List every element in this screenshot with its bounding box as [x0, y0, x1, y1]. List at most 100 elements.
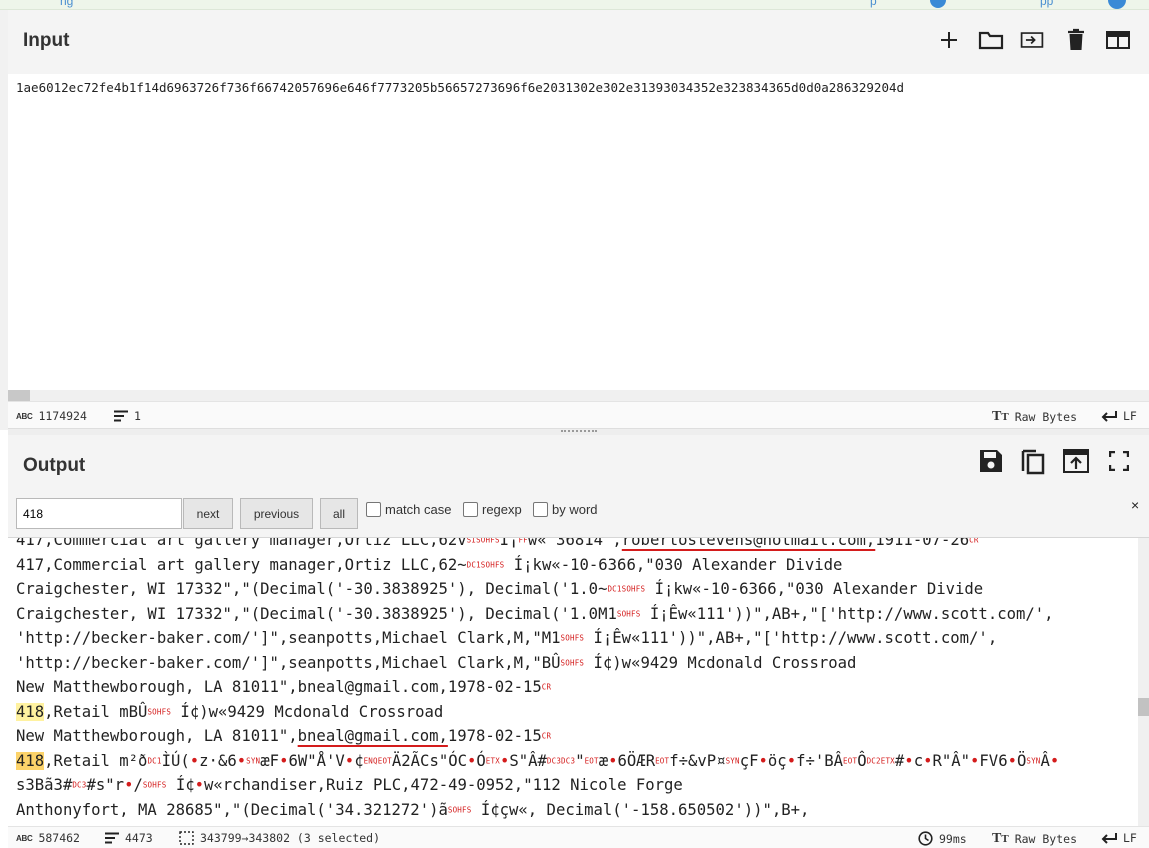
input-textarea[interactable]: 1ae6012ec72fe4b1f14d6963726f736f66742057…	[8, 74, 1149, 390]
text-segment: /	[133, 776, 143, 794]
control-char: DC3	[546, 755, 562, 765]
output-status-bar: ABC 587462 4473 343799→343802 (3 selecte…	[8, 826, 1149, 848]
control-char: FS	[574, 633, 585, 643]
control-char: SOH	[480, 559, 495, 569]
search-input[interactable]	[16, 498, 182, 529]
return-icon	[1101, 833, 1117, 844]
control-char: FS	[490, 538, 500, 545]
lines-stat: 1	[114, 409, 141, 423]
control-char: FS	[635, 584, 646, 594]
text-segment: w« 36814",	[527, 538, 622, 549]
scrollbar-thumb[interactable]	[1138, 698, 1149, 716]
scrollbar-thumb[interactable]	[8, 390, 30, 401]
text-segment: öç	[767, 751, 787, 770]
control-char: EOT	[584, 755, 599, 765]
top-nav-strip: ng p pp	[0, 0, 1149, 10]
text-segment: #	[894, 751, 905, 770]
trash-icon[interactable]	[1063, 26, 1089, 54]
add-icon[interactable]	[936, 26, 962, 54]
text-segment: Craigchester, WI 17332","(Decimal('-30.3…	[16, 580, 608, 598]
by-word-checkbox[interactable]: by word	[533, 502, 598, 517]
input-encoding[interactable]: TT Raw Bytes	[992, 409, 1077, 425]
all-button[interactable]: all	[320, 498, 358, 529]
import-icon[interactable]	[1019, 26, 1045, 54]
checkbox-box[interactable]	[463, 502, 478, 517]
output-line: s3Bã3#DC3#s"r•/SOHFS Í¢•w«rchandiser,Rui…	[16, 773, 1136, 798]
control-char: FS	[494, 559, 505, 569]
search-bar: next previous all match case regexp by w…	[8, 493, 1149, 538]
nav-link[interactable]: ng	[60, 0, 73, 8]
return-icon	[1101, 411, 1117, 422]
control-char: DC2	[866, 755, 881, 765]
text-size-icon: TT	[992, 831, 1009, 846]
output-eol[interactable]: LF	[1101, 831, 1137, 845]
text-segment: w«rchandiser,Ruiz PLC,472-49-0952,"112 N…	[204, 776, 683, 794]
text-segment: 417,Commercial art gallery manager,Ortiz…	[16, 538, 467, 549]
control-char: SOH	[476, 538, 491, 545]
lines-icon	[114, 410, 128, 422]
text-segment: æ	[598, 751, 609, 770]
output-encoding[interactable]: TT Raw Bytes	[992, 831, 1077, 847]
control-dot: •	[904, 751, 914, 770]
fullscreen-icon[interactable]	[1106, 447, 1132, 475]
nav-link[interactable]: p	[870, 0, 877, 8]
control-dot: •	[236, 751, 247, 770]
search-match: 418	[16, 702, 45, 721]
abc-icon: ABC	[16, 833, 33, 843]
search-match: 418	[16, 751, 45, 770]
control-char: SYN	[246, 755, 261, 765]
control-char: SOH	[560, 657, 575, 667]
input-text: 1ae6012ec72fe4b1f14d6963726f736f66742057…	[16, 80, 905, 95]
text-segment: Í¡kw«-10-6366,"030 Alexander Divide	[645, 580, 984, 598]
text-segment: R"Â"	[932, 751, 971, 770]
nav-link[interactable]: pp	[1040, 0, 1053, 8]
control-char: SOH	[147, 706, 162, 716]
control-char: DC3	[72, 780, 87, 790]
output-text-area[interactable]: 417,Commercial art gallery manager,Ortiz…	[8, 538, 1149, 828]
upload-icon[interactable]	[1063, 447, 1089, 475]
control-dot: •	[344, 751, 355, 770]
text-segment: 'http://becker-baker.com/']",seanpotts,M…	[16, 629, 561, 647]
control-char: DC1	[607, 584, 622, 594]
control-dot: •	[1049, 751, 1060, 770]
control-dot: •	[189, 751, 200, 770]
gear-icon[interactable]	[930, 0, 946, 8]
save-icon[interactable]	[978, 447, 1004, 475]
next-button[interactable]: next	[183, 498, 233, 529]
control-dot: •	[758, 751, 768, 770]
text-segment: Í¡Êw«111'))",AB+,"['http://www.scott.com…	[584, 629, 998, 647]
input-eol[interactable]: LF	[1101, 409, 1137, 423]
control-char: DC1	[466, 559, 481, 569]
output-line: 'http://becker-baker.com/']",seanpotts,M…	[16, 651, 1136, 676]
text-segment: New Matthewborough, LA 81011",	[16, 727, 298, 745]
checkbox-box[interactable]	[533, 502, 548, 517]
control-char: SOH	[560, 633, 575, 643]
vertical-scrollbar[interactable]	[1138, 538, 1149, 828]
text-segment: Ó	[476, 751, 486, 770]
checkbox-box[interactable]	[366, 502, 381, 517]
layout-icon[interactable]	[1105, 26, 1131, 54]
output-line: Anthonyfort, MA 28685","(Decimal('34.321…	[16, 798, 1136, 823]
copy-icon[interactable]	[1020, 447, 1046, 475]
previous-button[interactable]: previous	[240, 498, 313, 529]
regexp-checkbox[interactable]: regexp	[463, 502, 522, 517]
match-case-checkbox[interactable]: match case	[366, 502, 451, 517]
text-segment: Anthonyfort, MA 28685","(Decimal('34.321…	[16, 800, 448, 819]
close-search-button[interactable]: ×	[1131, 497, 1139, 513]
text-segment: ¢	[354, 751, 364, 770]
text-segment: Í¢)w«9429 Mcdonald Crossroad	[584, 653, 857, 672]
text-segment: 6W"Å'V	[288, 751, 345, 770]
text-segment: çF	[739, 751, 759, 770]
control-char: EOT	[377, 755, 392, 765]
output-line: 418,Retail mBÛSOHFS Í¢)w«9429 Mcdonald C…	[16, 700, 1136, 725]
text-segment: Í¢	[166, 776, 195, 794]
control-char: ETX	[485, 755, 500, 765]
folder-icon[interactable]	[978, 26, 1004, 54]
abc-icon: ABC	[16, 411, 33, 421]
control-dot: •	[786, 751, 797, 770]
info-icon[interactable]	[1108, 0, 1126, 9]
clock-icon	[918, 831, 933, 846]
text-segment: 6ÖÆR	[617, 751, 656, 770]
horizontal-scrollbar[interactable]	[8, 390, 1149, 401]
control-dot: •	[467, 751, 477, 770]
